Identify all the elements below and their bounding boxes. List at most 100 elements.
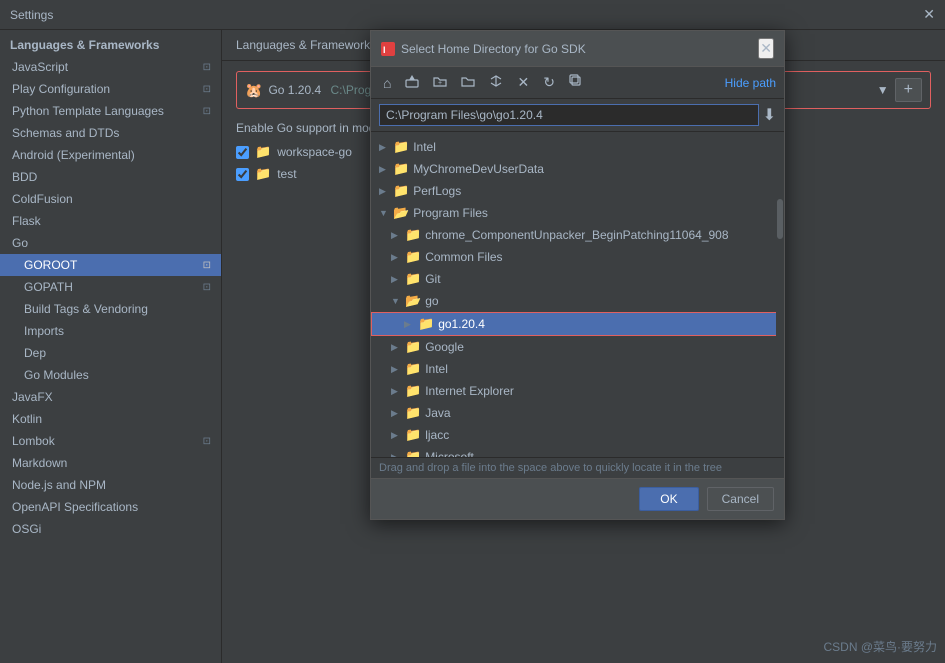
tree-item-intel2[interactable]: ▶ 📁 Intel	[371, 358, 784, 380]
sidebar-item-javafx[interactable]: JavaFX	[0, 386, 221, 408]
tree-item-label: MyChromeDevUserData	[413, 162, 544, 176]
dialog-cancel-button[interactable]: Cancel	[707, 487, 774, 511]
sidebar-item-bdd[interactable]: BDD	[0, 166, 221, 188]
scrollbar-track[interactable]	[776, 132, 784, 457]
module-test-checkbox[interactable]	[236, 168, 249, 181]
toolbar-up-btn[interactable]	[401, 72, 423, 93]
sidebar: Languages & Frameworks JavaScript ⊡ Play…	[0, 30, 222, 663]
sidebar-item-nodejs-npm[interactable]: Node.js and NPM	[0, 474, 221, 496]
watermark: CSDN @菜鸟·要努力	[823, 638, 937, 655]
toolbar-copy-btn[interactable]	[565, 72, 587, 93]
sidebar-item-label: Markdown	[12, 456, 67, 470]
folder-icon: 📁	[405, 339, 421, 355]
toolbar-new-folder-btn[interactable]: +	[429, 72, 451, 93]
sidebar-item-coldfusion[interactable]: ColdFusion	[0, 188, 221, 210]
chevron-right-icon: ▶	[391, 342, 401, 353]
tree-item-program-files[interactable]: ▼ 📂 Program Files	[371, 202, 784, 224]
sidebar-item-go-modules[interactable]: Go Modules	[0, 364, 221, 386]
breadcrumb-part1: Languages & Frameworks	[236, 38, 376, 52]
folder-icon: 📁	[405, 227, 421, 243]
toolbar-refresh-btn[interactable]: ↻	[539, 72, 559, 93]
folder-icon: 📁	[405, 405, 421, 421]
settings-window: Settings ✕ Languages & Frameworks JavaSc…	[0, 0, 945, 663]
dialog-close-button[interactable]: ✕	[758, 38, 774, 59]
settings-page-icon: ⊡	[203, 260, 211, 271]
tree-item-label: Microsoft	[425, 450, 474, 457]
copy-icon	[569, 74, 583, 88]
toolbar-delete-btn[interactable]: ✕	[513, 72, 533, 93]
dialog-title: I Select Home Directory for Go SDK	[381, 42, 586, 56]
tree-item-go1204[interactable]: ▶ 📁 go1.20.4	[371, 312, 784, 336]
tree-item-go-folder[interactable]: ▼ 📂 go	[371, 290, 784, 312]
sidebar-item-osgi[interactable]: OSGi	[0, 518, 221, 540]
tree-item-label: ljacc	[425, 428, 449, 442]
chevron-right-icon: ▶	[391, 364, 401, 375]
close-icon[interactable]: ✕	[923, 6, 935, 23]
folder-icon: 📁	[405, 449, 421, 457]
tree-item-java[interactable]: ▶ 📁 Java	[371, 402, 784, 424]
toolbar-folder-btn[interactable]	[457, 72, 479, 93]
tree-item-intel[interactable]: ▶ 📁 Intel	[371, 136, 784, 158]
sidebar-item-build-tags[interactable]: Build Tags & Vendoring	[0, 298, 221, 320]
tree-item-label: Intel	[425, 362, 448, 376]
sidebar-item-javascript[interactable]: JavaScript ⊡	[0, 56, 221, 78]
tree-item-common-files[interactable]: ▶ 📁 Common Files	[371, 246, 784, 268]
settings-page-icon: ⊡	[203, 282, 211, 293]
chevron-right-icon: ▶	[391, 230, 401, 241]
sidebar-item-label: JavaFX	[12, 390, 53, 404]
folder-icon: 📁	[405, 271, 421, 287]
tree-item-ie[interactable]: ▶ 📁 Internet Explorer	[371, 380, 784, 402]
dialog-ok-button[interactable]: OK	[639, 487, 698, 511]
sidebar-item-imports[interactable]: Imports	[0, 320, 221, 342]
sidebar-item-lombok[interactable]: Lombok ⊡	[0, 430, 221, 452]
sidebar-item-goroot[interactable]: GOROOT ⊡	[0, 254, 221, 276]
dialog-buttons: OK Cancel	[371, 478, 784, 519]
sidebar-item-flask[interactable]: Flask	[0, 210, 221, 232]
hide-path-button[interactable]: Hide path	[725, 76, 776, 90]
folder-icon-test: 📁	[255, 166, 271, 182]
sdk-dropdown-btn[interactable]: ▼	[877, 83, 889, 97]
toolbar-home-btn[interactable]: ⌂	[379, 73, 395, 93]
tree-item-chrome-unpacker[interactable]: ▶ 📁 chrome_ComponentUnpacker_BeginPatchi…	[371, 224, 784, 246]
toolbar-move-btn[interactable]	[485, 72, 507, 93]
tree-item-perflogs[interactable]: ▶ 📁 PerfLogs	[371, 180, 784, 202]
settings-page-icon: ⊡	[203, 84, 211, 95]
sidebar-item-go[interactable]: Go	[0, 232, 221, 254]
sidebar-item-schemas-dtds[interactable]: Schemas and DTDs	[0, 122, 221, 144]
sidebar-item-label: Schemas and DTDs	[12, 126, 119, 140]
settings-page-icon: ⊡	[203, 106, 211, 117]
settings-page-icon: ⊡	[203, 62, 211, 73]
tree-item-google[interactable]: ▶ 📁 Google	[371, 336, 784, 358]
sidebar-section-header: Languages & Frameworks	[0, 30, 221, 56]
module-workspace-go-checkbox[interactable]	[236, 146, 249, 159]
sidebar-item-label: JavaScript	[12, 60, 68, 74]
sidebar-item-label: Play Configuration	[12, 82, 110, 96]
sidebar-item-gopath[interactable]: GOPATH ⊡	[0, 276, 221, 298]
sidebar-item-dep[interactable]: Dep	[0, 342, 221, 364]
sidebar-item-android[interactable]: Android (Experimental)	[0, 144, 221, 166]
tree-item-microsoft[interactable]: ▶ 📁 Microsoft	[371, 446, 784, 457]
sidebar-item-kotlin[interactable]: Kotlin	[0, 408, 221, 430]
tree-item-label: Git	[425, 272, 440, 286]
tree-item-label: Intel	[413, 140, 436, 154]
window-title: Settings	[10, 8, 53, 22]
chevron-right-icon: ▶	[391, 452, 401, 458]
sdk-add-button[interactable]: +	[895, 78, 922, 102]
tree-item-git[interactable]: ▶ 📁 Git	[371, 268, 784, 290]
dialog-status-bar: Drag and drop a file into the space abov…	[371, 457, 784, 478]
dialog-toolbar: ⌂ +	[371, 67, 784, 99]
move-icon	[489, 74, 503, 88]
tree-item-label: Java	[425, 406, 450, 420]
sidebar-item-python-template-languages[interactable]: Python Template Languages ⊡	[0, 100, 221, 122]
dialog-path-input[interactable]	[379, 104, 759, 126]
dialog-path-go-button[interactable]: ⬇	[763, 105, 776, 125]
tree-item-label: Common Files	[425, 250, 502, 264]
tree-item-mychrome[interactable]: ▶ 📁 MyChromeDevUserData	[371, 158, 784, 180]
sidebar-item-openapi[interactable]: OpenAPI Specifications	[0, 496, 221, 518]
sidebar-item-label: Node.js and NPM	[12, 478, 106, 492]
sidebar-item-markdown[interactable]: Markdown	[0, 452, 221, 474]
intellij-icon: I	[381, 42, 395, 56]
scrollbar-thumb[interactable]	[777, 199, 783, 239]
tree-item-ljacc[interactable]: ▶ 📁 ljacc	[371, 424, 784, 446]
sidebar-item-play-configuration[interactable]: Play Configuration ⊡	[0, 78, 221, 100]
